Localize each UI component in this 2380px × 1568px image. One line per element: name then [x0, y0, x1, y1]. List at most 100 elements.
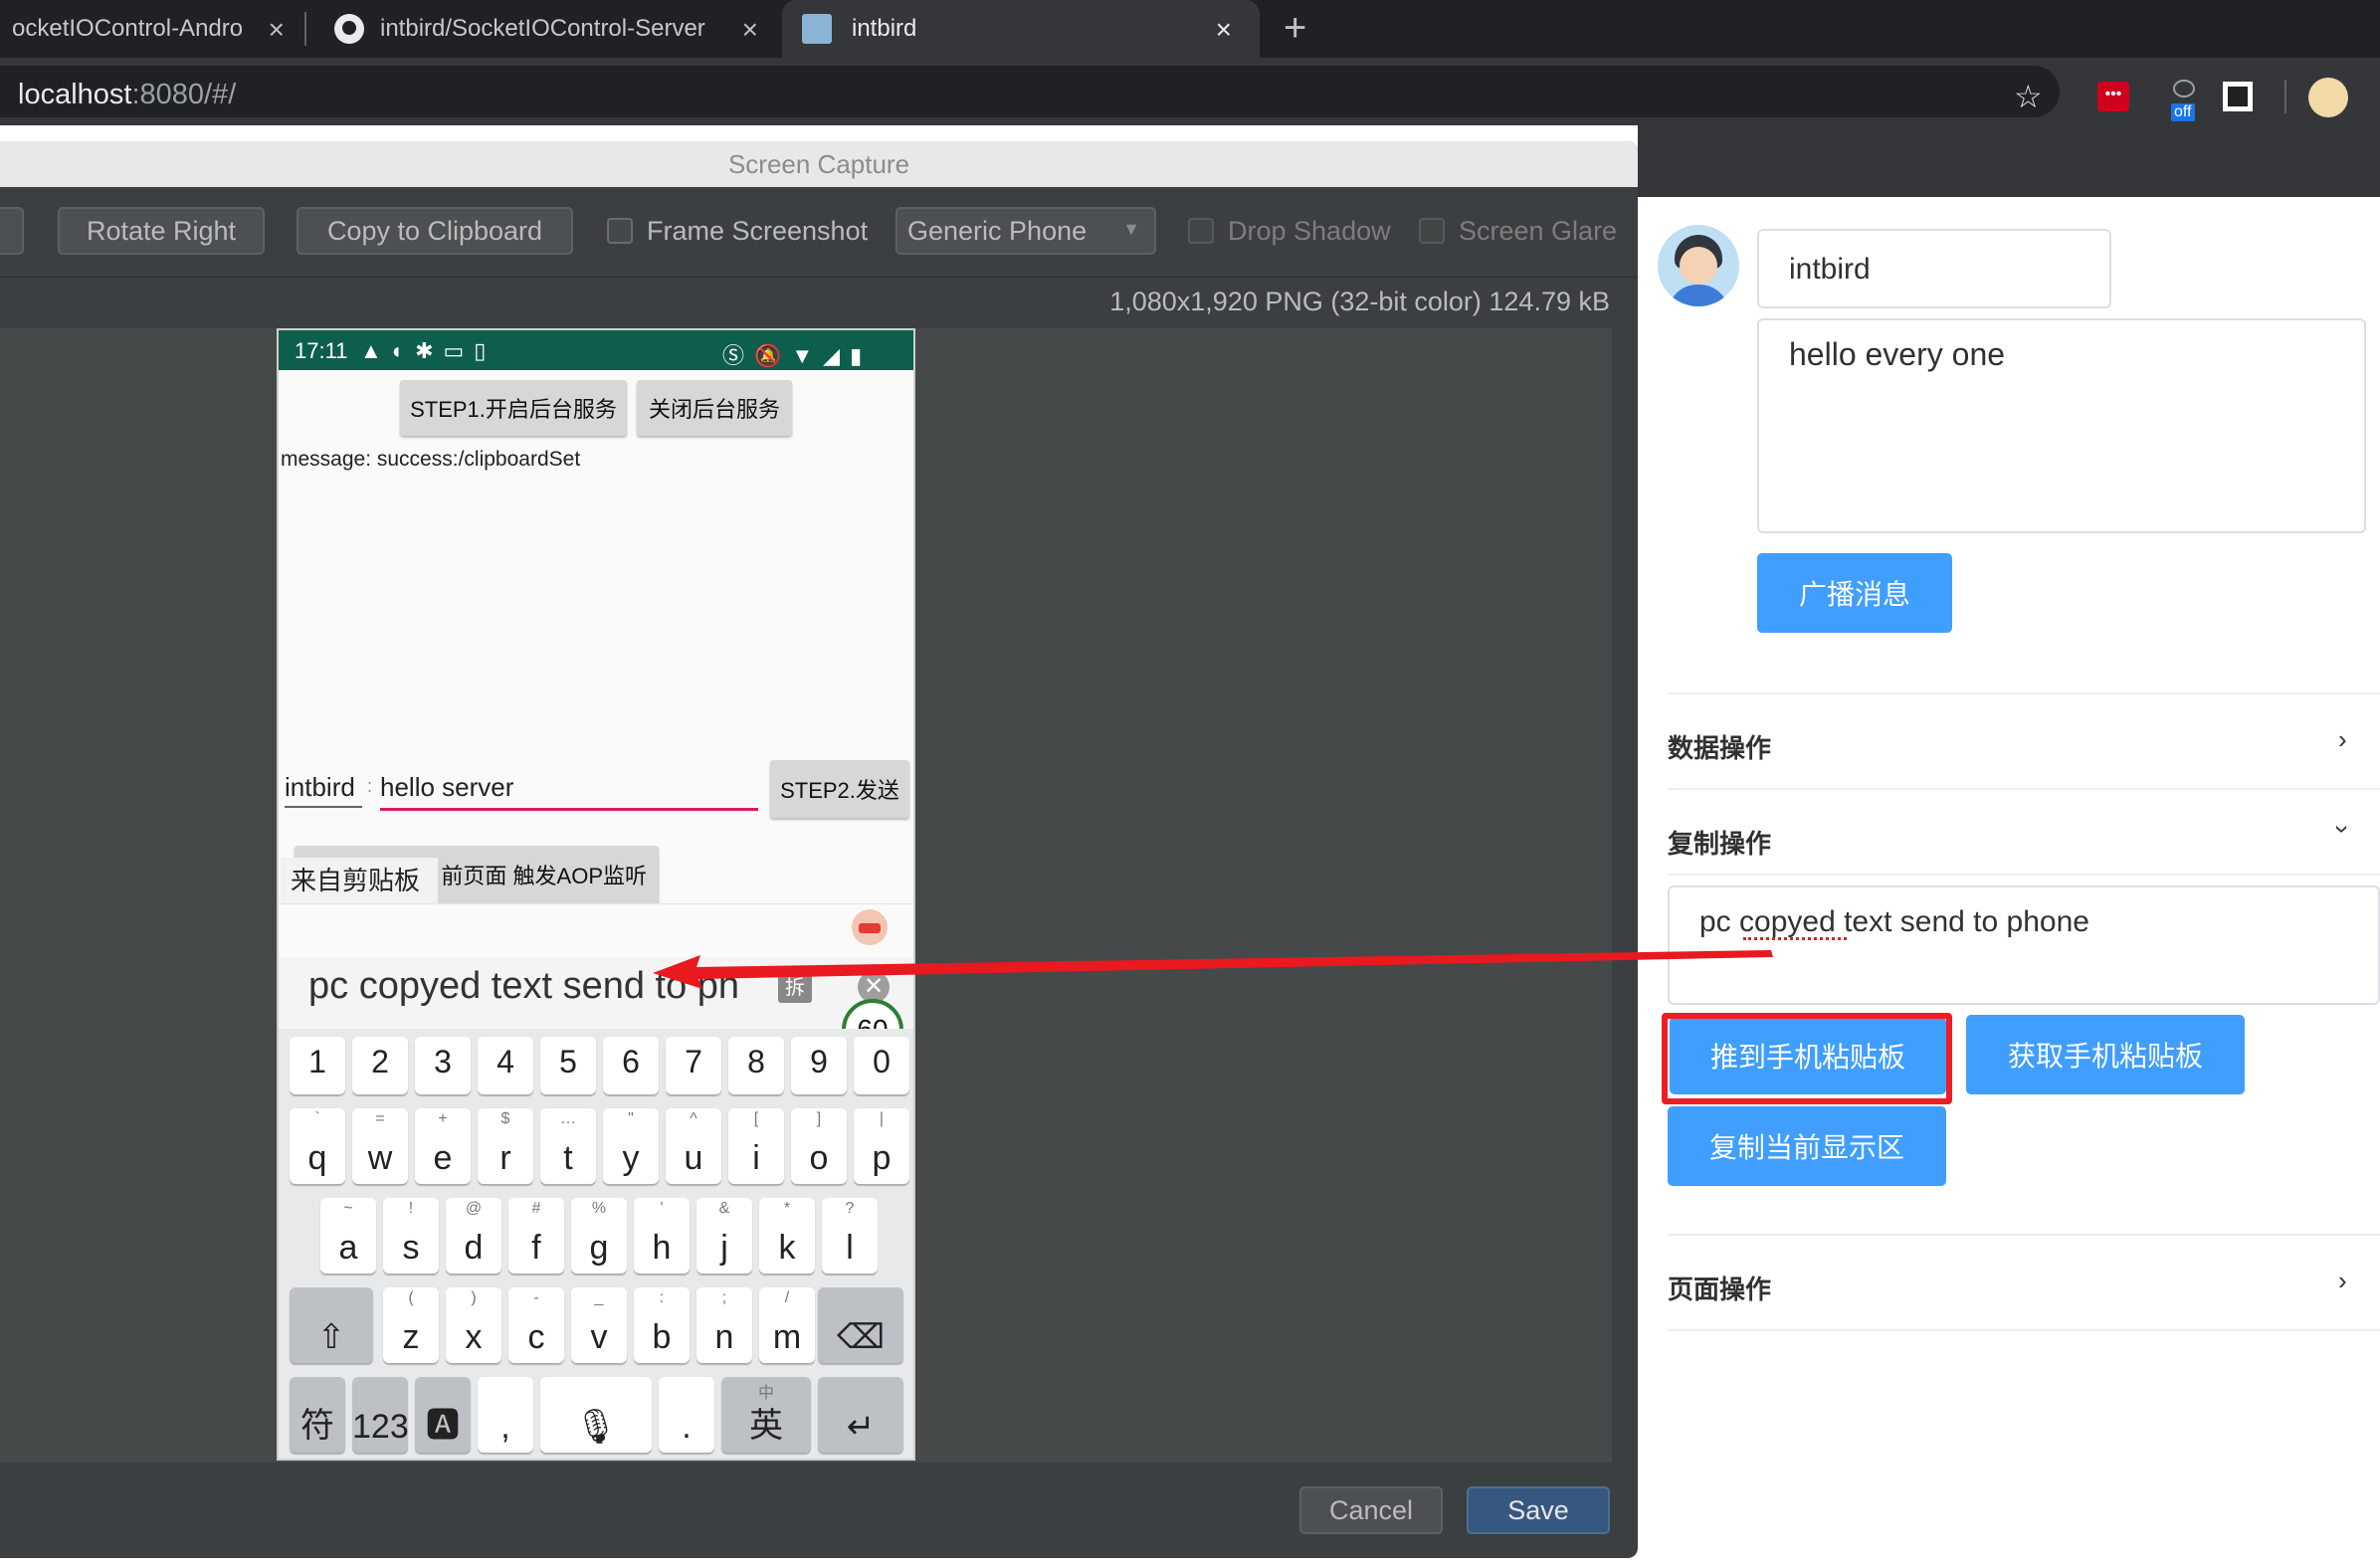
enter-key[interactable]: ↵: [818, 1377, 903, 1453]
key-secondary-label: (: [408, 1289, 414, 1306]
period-key[interactable]: .: [659, 1377, 714, 1453]
key-w[interactable]: = w: [352, 1108, 408, 1184]
key-secondary-label: *: [783, 1200, 791, 1217]
key-secondary-label: ~: [343, 1200, 353, 1217]
key-o[interactable]: ] o: [791, 1108, 847, 1184]
key-label: h: [652, 1229, 672, 1267]
key-secondary-label: ]: [816, 1110, 822, 1127]
key-9[interactable]: 9: [791, 1037, 847, 1094]
key-secondary-label: :: [659, 1289, 665, 1306]
key-label: 8: [747, 1044, 765, 1079]
shift-key[interactable]: ⇧: [290, 1287, 373, 1363]
key-label: ⇧: [316, 1318, 346, 1356]
key-k[interactable]: * k: [759, 1198, 815, 1274]
key-secondary-label: `: [314, 1110, 320, 1127]
key-y[interactable]: " y: [603, 1108, 659, 1184]
key-q[interactable]: ` q: [290, 1108, 345, 1184]
key-i[interactable]: [i: [728, 1108, 784, 1184]
key-8[interactable]: 8: [728, 1037, 784, 1094]
key-label: 3: [434, 1044, 452, 1079]
key-p[interactable]: | p: [854, 1108, 909, 1184]
key-label: 🅰: [426, 1407, 460, 1445]
key-4[interactable]: 4: [478, 1037, 533, 1094]
annotation-arrow-shape: [653, 950, 1773, 989]
language-switch-key[interactable]: 中英: [721, 1377, 811, 1453]
key-label: 英: [749, 1407, 783, 1445]
key-g[interactable]: % g: [571, 1198, 627, 1274]
key-s[interactable]: ! s: [383, 1198, 439, 1274]
key-t[interactable]: … t: [540, 1108, 596, 1184]
key-label: a: [338, 1229, 358, 1267]
key-r[interactable]: $ r: [478, 1108, 533, 1184]
key-label: 5: [559, 1044, 577, 1079]
key-6[interactable]: 6: [603, 1037, 659, 1094]
key-label: e: [433, 1139, 453, 1177]
save-button[interactable]: Save: [1467, 1486, 1610, 1534]
key-f[interactable]: # f: [508, 1198, 564, 1274]
key-5[interactable]: 5: [540, 1037, 596, 1094]
key-secondary-label: ': [660, 1200, 664, 1217]
key-secondary-label: !: [408, 1200, 414, 1217]
key-label: 9: [810, 1044, 828, 1079]
cancel-button[interactable]: Cancel: [1299, 1486, 1443, 1534]
key-v[interactable]: _ v: [571, 1287, 627, 1363]
key-e[interactable]: + e: [415, 1108, 471, 1184]
key-label: c: [527, 1318, 545, 1356]
key-label: 4: [496, 1044, 514, 1079]
key-label: i: [752, 1139, 760, 1177]
key-label: 1: [308, 1044, 326, 1079]
key-d[interactable]: @ d: [446, 1198, 501, 1274]
key-z[interactable]: (z: [383, 1287, 439, 1363]
key-l[interactable]: ? l: [822, 1198, 878, 1274]
key-label: ↵: [846, 1408, 876, 1446]
key-label: k: [778, 1229, 796, 1267]
key-2[interactable]: 2: [352, 1037, 408, 1094]
key-label: z: [402, 1318, 420, 1356]
key-label: f: [531, 1229, 541, 1267]
key-secondary-label: ": [628, 1110, 634, 1127]
key-label: 符: [300, 1407, 334, 1445]
key-secondary-label: ^: [690, 1110, 697, 1127]
key-label: t: [563, 1139, 573, 1177]
key-c[interactable]: -c: [508, 1287, 564, 1363]
key-0[interactable]: 0: [854, 1037, 909, 1094]
key-secondary-label: ?: [845, 1200, 855, 1217]
key-secondary-label: ): [471, 1289, 477, 1306]
symbol-key[interactable]: 符: [290, 1377, 345, 1453]
key-n[interactable]: ; n: [696, 1287, 752, 1363]
key-1[interactable]: 1: [290, 1037, 345, 1094]
key-j[interactable]: & j: [696, 1198, 752, 1274]
key-b[interactable]: :b: [634, 1287, 690, 1363]
key-3[interactable]: 3: [415, 1037, 471, 1094]
key-label: 0: [873, 1044, 891, 1079]
key-secondary-label: $: [500, 1110, 510, 1127]
comma-key[interactable]: ,: [478, 1377, 533, 1453]
key-a[interactable]: ~ a: [320, 1198, 376, 1274]
key-secondary-label: /: [784, 1289, 790, 1306]
key-label: 🎙: [574, 1408, 618, 1446]
key-label: m: [772, 1318, 802, 1356]
key-label: l: [846, 1229, 854, 1267]
key-h[interactable]: ' h: [634, 1198, 690, 1274]
key-label: ⌫: [836, 1318, 886, 1356]
key-secondary-label: _: [594, 1289, 604, 1306]
key-label: q: [307, 1139, 327, 1177]
key-label: n: [714, 1318, 734, 1356]
key-label: 123: [352, 1408, 409, 1446]
key-secondary-label: [: [753, 1110, 759, 1127]
key-label: r: [499, 1139, 511, 1177]
key-secondary-label: &: [718, 1200, 730, 1217]
numeric-key[interactable]: 123: [352, 1377, 409, 1453]
keyboard-mode-key[interactable]: 🅰: [415, 1377, 471, 1453]
key-m[interactable]: / m: [759, 1287, 815, 1363]
key-u[interactable]: ^ u: [666, 1108, 721, 1184]
backspace-key[interactable]: ⌫: [818, 1287, 903, 1363]
key-secondary-label: |: [879, 1110, 885, 1127]
key-x[interactable]: ) x: [446, 1287, 501, 1363]
key-7[interactable]: 7: [666, 1037, 721, 1094]
key-secondary-label: …: [560, 1110, 576, 1127]
key-label: p: [872, 1139, 892, 1177]
voice-space-key[interactable]: 🎙: [540, 1377, 652, 1453]
key-label: 2: [371, 1044, 389, 1079]
key-label: w: [367, 1139, 393, 1177]
